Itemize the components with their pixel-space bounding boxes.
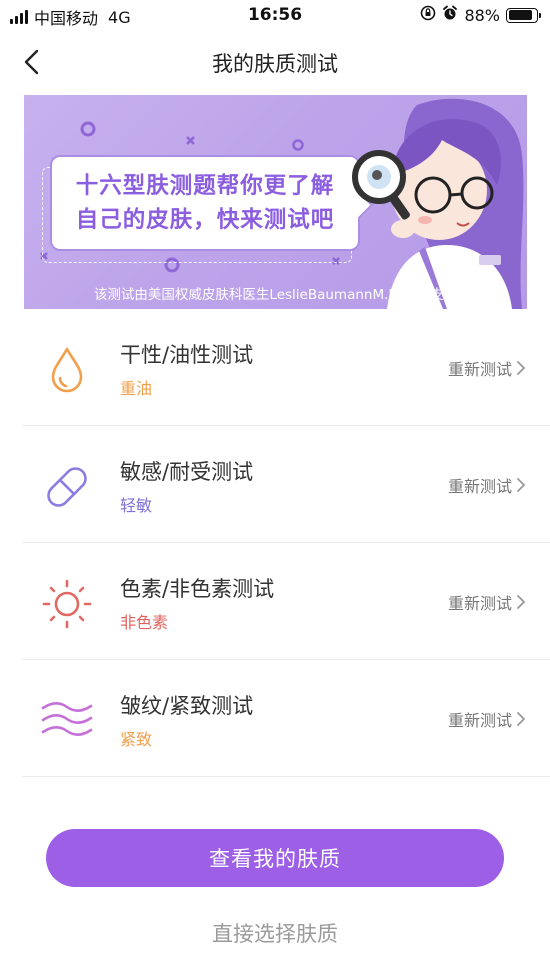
retest-label: 重新测试: [447, 360, 512, 379]
chevron-right-icon: [517, 712, 526, 726]
test-item-wrinkle-tight[interactable]: 皱纹/紧致测试 紧致 重新测试: [22, 660, 550, 777]
retest-button[interactable]: 重新测试: [448, 707, 526, 731]
speech-bubble: 十六型肤测题帮你更了解 自己的皮肤，快来测试吧: [50, 155, 360, 251]
alarm-icon: [442, 5, 458, 25]
test-result: 非色素: [120, 613, 169, 632]
chevron-right-icon: [517, 595, 526, 609]
chevron-right-icon: [517, 478, 526, 492]
retest-button[interactable]: 重新测试: [448, 356, 526, 380]
retest-label: 重新测试: [447, 477, 512, 496]
banner-headline: 十六型肤测题帮你更了解 自己的皮肤，快来测试吧: [75, 173, 335, 233]
waves-icon: [40, 694, 94, 748]
promo-banner[interactable]: 十六型肤测题帮你更了解 自己的皮肤，快来测试吧 该测试由美国权威皮肤科医生Les…: [24, 95, 527, 309]
view-my-skin-type-button[interactable]: 查看我的肤质: [46, 829, 504, 887]
test-title: 色素/非色素测试: [120, 577, 275, 601]
banner-caption: 该测试由美国权威皮肤科医生LeslieBaumannM.D 提供支持: [93, 287, 458, 303]
test-item-oily-dry[interactable]: 干性/油性测试 重油 重新测试: [22, 309, 550, 426]
test-list: 干性/油性测试 重油 重新测试 敏感/耐受测试 轻敏 重新测试 色素/非色素测试…: [22, 309, 550, 777]
test-result: 紧致: [120, 730, 153, 749]
test-item-pigmented[interactable]: 色素/非色素测试 非色素 重新测试: [22, 543, 550, 660]
test-item-sensitive-resistant[interactable]: 敏感/耐受测试 轻敏 重新测试: [22, 426, 550, 543]
page-title: 我的肤质测试: [212, 52, 338, 76]
nav-bar: 我的肤质测试: [0, 36, 550, 88]
retest-label: 重新测试: [447, 594, 512, 613]
battery-icon: [506, 7, 541, 23]
choose-skin-type-link[interactable]: 直接选择肤质: [0, 918, 550, 948]
retest-button[interactable]: 重新测试: [448, 473, 526, 497]
test-result: 轻敏: [120, 496, 153, 515]
chevron-right-icon: [517, 361, 526, 375]
sun-icon: [40, 577, 94, 631]
test-title: 干性/油性测试: [120, 343, 254, 367]
droplet-icon: [40, 343, 94, 397]
orientation-lock-icon: [420, 5, 436, 25]
retest-label: 重新测试: [447, 711, 512, 730]
test-title: 皱纹/紧致测试: [120, 694, 254, 718]
test-result: 重油: [120, 379, 153, 398]
test-title: 敏感/耐受测试: [120, 460, 254, 484]
status-bar: 中国移动 4G 16:56 88%: [0, 0, 550, 32]
capsule-icon: [40, 460, 94, 514]
retest-button[interactable]: 重新测试: [448, 590, 526, 614]
status-right: 88%: [420, 5, 541, 25]
battery-percent: 88%: [464, 5, 500, 25]
doctor-illustration: [352, 98, 524, 309]
